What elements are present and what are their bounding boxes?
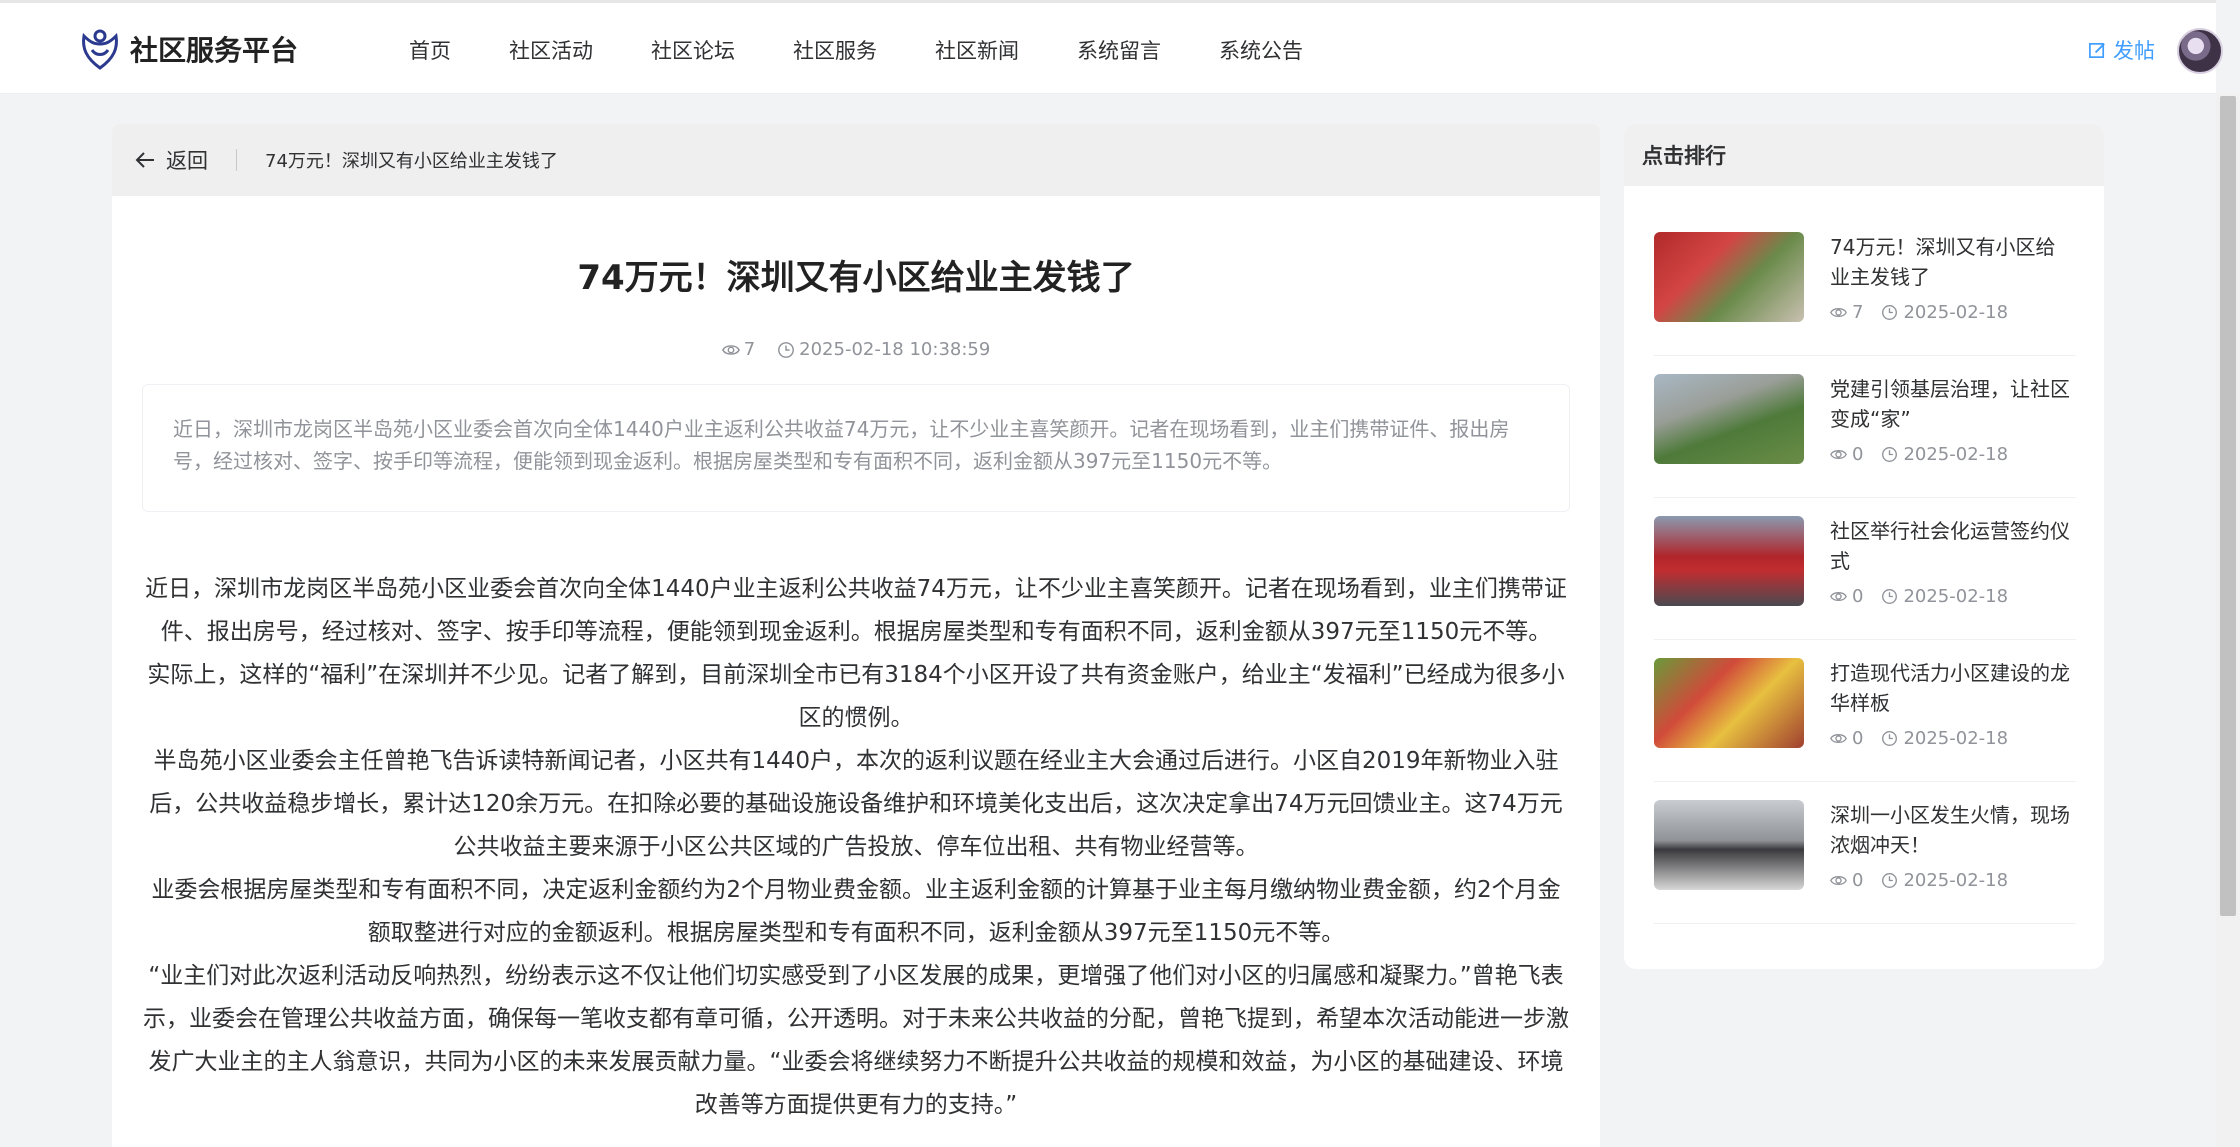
- clock-icon: [1882, 447, 1898, 462]
- clock-icon: [1882, 305, 1898, 320]
- arrow-left-icon: [135, 152, 154, 168]
- nav-item-news[interactable]: 社区新闻: [935, 35, 1019, 65]
- nav-item-forum[interactable]: 社区论坛: [651, 35, 735, 65]
- ranking-item[interactable]: 深圳一小区发生火情，现场浓烟冲天！ 0 2025-02-18: [1654, 782, 2076, 924]
- article-paragraph: 业委会根据房屋类型和专有面积不同，决定返利金额约为2个月物业费金额。业主返利金额…: [151, 877, 1561, 946]
- back-button[interactable]: 返回: [134, 145, 208, 175]
- ranking-item[interactable]: 社区举行社会化运营签约仪式 0 2025-02-18: [1654, 498, 2076, 640]
- post-button-label: 发帖: [2113, 39, 2155, 63]
- eye-icon: [721, 344, 740, 355]
- eye-icon: [1830, 449, 1847, 460]
- ranking-item[interactable]: 党建引领基层治理，让社区变成“家” 0 2025-02-18: [1654, 356, 2076, 498]
- article-datetime: 2025-02-18 10:38:59: [799, 339, 991, 360]
- nav-item-services[interactable]: 社区服务: [793, 35, 877, 65]
- article-paragraph: 近日，深圳市龙岗区半岛苑小区业委会首次向全体1440户业主返利公共收益74万元，…: [145, 576, 1567, 645]
- eye-icon: [1830, 733, 1847, 744]
- logo-icon: [82, 29, 118, 70]
- news-thumbnail[interactable]: [1654, 800, 1804, 890]
- ranking-item-views: 7: [1852, 302, 1864, 323]
- logo-text: 社区服务平台: [130, 34, 299, 67]
- article-views: 7: [743, 339, 756, 360]
- top-header: 社区服务平台 首页 社区活动 社区论坛 社区服务 社区新闻 系统留言 系统公告 …: [0, 0, 2223, 97]
- article-content: 近日，深圳市龙岗区半岛苑小区业委会首次向全体1440户业主返利公共收益74万元，…: [142, 568, 1570, 1127]
- ranking-item[interactable]: 74万元！深圳又有小区给业主发钱了 7 2025-02-18: [1654, 214, 2076, 356]
- article-paragraph: 半岛苑小区业委会主任曾艳飞告诉读特新闻记者，小区共有1440户，本次的返利议题在…: [149, 748, 1563, 860]
- news-thumbnail[interactable]: [1654, 232, 1804, 322]
- nav-item-home[interactable]: 首页: [409, 35, 451, 65]
- ranking-item-title[interactable]: 深圳一小区发生火情，现场浓烟冲天！: [1830, 800, 2070, 862]
- ranking-title: 点击排行: [1624, 124, 2104, 186]
- ranking-list: 74万元！深圳又有小区给业主发钱了 7 2025-02-18 党建引领基层治理，…: [1624, 186, 2104, 924]
- ranking-item-views: 0: [1852, 586, 1864, 607]
- breadcrumb-title: 74万元！深圳又有小区给业主发钱了: [265, 151, 558, 172]
- eye-icon: [1830, 591, 1847, 602]
- clock-icon: [778, 341, 795, 358]
- user-avatar[interactable]: [2177, 28, 2223, 74]
- article-summary: 近日，深圳市龙岗区半岛苑小区业委会首次向全体1440户业主返利公共收益74万元，…: [142, 384, 1570, 512]
- ranking-item-date: 2025-02-18: [1903, 444, 2009, 465]
- ranking-item-title[interactable]: 社区举行社会化运营签约仪式: [1830, 516, 2070, 578]
- article-paragraph: “业主们对此次返利活动反响热烈，纷纷表示这不仅让他们切实感受到了小区发展的成果，…: [143, 963, 1569, 1118]
- news-thumbnail[interactable]: [1654, 516, 1804, 606]
- ranking-item-date: 2025-02-18: [1903, 870, 2009, 891]
- nav-item-activities[interactable]: 社区活动: [509, 35, 593, 65]
- ranking-item-views: 0: [1852, 870, 1864, 891]
- article-card: 返回 74万元！深圳又有小区给业主发钱了 74万元！深圳又有小区给业主发钱了 7…: [112, 124, 1600, 1147]
- ranking-card: 点击排行 74万元！深圳又有小区给业主发钱了 7 2025-02-18 党建引领…: [1624, 124, 2104, 969]
- article-paragraph: 实际上，这样的“福利”在深圳并不少见。记者了解到，目前深圳全市已有3184个小区…: [147, 662, 1565, 731]
- main-nav: 首页 社区活动 社区论坛 社区服务 社区新闻 系统留言 系统公告: [380, 3, 1332, 97]
- page-scrollbar[interactable]: [2216, 94, 2240, 1147]
- article-meta: 7 2025-02-18 10:38:59: [112, 339, 1600, 360]
- ranking-item-title[interactable]: 党建引领基层治理，让社区变成“家”: [1830, 374, 2070, 436]
- eye-icon: [1830, 875, 1847, 886]
- header-divider: [236, 149, 237, 171]
- ranking-item-title[interactable]: 打造现代活力小区建设的龙华样板: [1830, 658, 2070, 720]
- article-header-bar: 返回 74万元！深圳又有小区给业主发钱了: [112, 124, 1600, 196]
- back-label: 返回: [166, 149, 208, 173]
- clock-icon: [1882, 731, 1898, 746]
- article-title: 74万元！深圳又有小区给业主发钱了: [577, 258, 1135, 298]
- ranking-item[interactable]: 打造现代活力小区建设的龙华样板 0 2025-02-18: [1654, 640, 2076, 782]
- post-button[interactable]: 发帖: [2088, 35, 2155, 65]
- eye-icon: [1830, 307, 1847, 318]
- nav-item-messages[interactable]: 系统留言: [1077, 35, 1161, 65]
- ranking-item-views: 0: [1852, 444, 1864, 465]
- clock-icon: [1882, 589, 1898, 604]
- ranking-item-date: 2025-02-18: [1903, 586, 2009, 607]
- site-logo[interactable]: 社区服务平台: [80, 28, 298, 70]
- ranking-item-title[interactable]: 74万元！深圳又有小区给业主发钱了: [1830, 232, 2070, 294]
- ranking-item-date: 2025-02-18: [1903, 728, 2009, 749]
- news-thumbnail[interactable]: [1654, 658, 1804, 748]
- news-thumbnail[interactable]: [1654, 374, 1804, 464]
- ranking-item-date: 2025-02-18: [1903, 302, 2009, 323]
- edit-icon: [2089, 42, 2105, 58]
- scrollbar-thumb[interactable]: [2220, 96, 2236, 916]
- clock-icon: [1882, 873, 1898, 888]
- nav-item-announcements[interactable]: 系统公告: [1219, 35, 1303, 65]
- ranking-item-views: 0: [1852, 728, 1864, 749]
